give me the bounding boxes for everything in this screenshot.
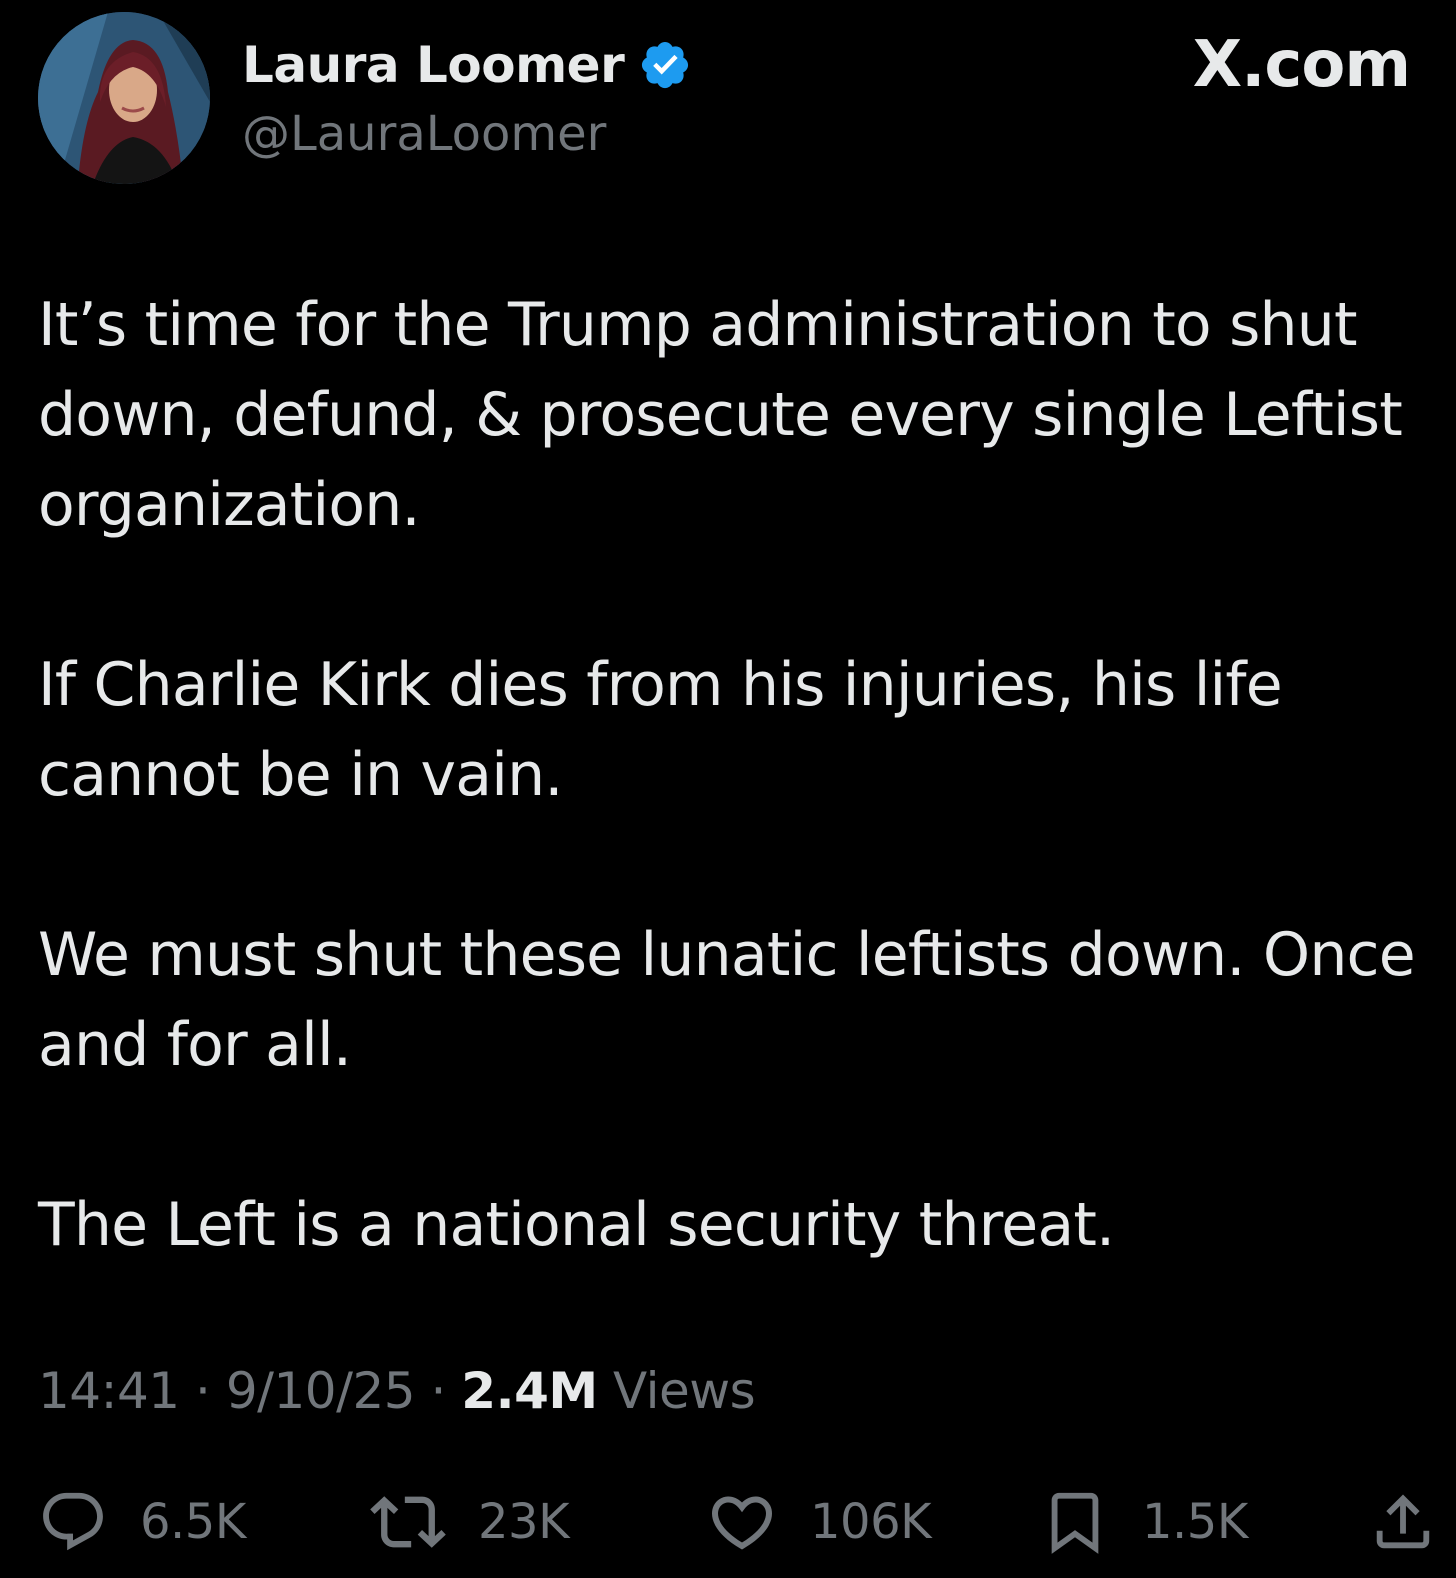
tweet-paragraph: It’s time for the Trump administration t… [38,290,1403,540]
like-count: 106K [810,1494,932,1550]
avatar[interactable] [38,12,210,184]
tweet-date[interactable]: 9/10/25 [226,1362,416,1420]
like-button[interactable]: 106K [706,1480,932,1564]
meta-separator: · [430,1362,446,1420]
repost-button[interactable]: 23K [370,1480,570,1564]
author-handle[interactable]: @LauraLoomer [242,106,606,162]
repost-icon [370,1496,446,1548]
share-icon [1376,1494,1430,1549]
tweet-paragraph: If Charlie Kirk dies from his injuries, … [38,650,1283,810]
author-row[interactable]: Laura Loomer [242,30,692,100]
action-bar: 6.5K 23K 106K 1.5K [0,1480,1456,1564]
tweet-paragraph: We must shut these lunatic leftists down… [38,920,1416,1080]
brand-watermark: X.com [1192,28,1411,102]
display-name[interactable]: Laura Loomer [242,36,625,94]
views-label: Views [613,1362,756,1420]
reply-icon [43,1492,103,1551]
bookmark-count: 1.5K [1142,1494,1248,1550]
reply-count: 6.5K [140,1494,246,1550]
tweet-time[interactable]: 14:41 [38,1362,180,1420]
views-count: 2.4M [461,1362,598,1420]
tweet-text: It’s time for the Trump administration t… [38,280,1438,1270]
repost-count: 23K [478,1494,570,1550]
tweet-paragraph: The Left is a national security threat. [38,1190,1115,1260]
share-button[interactable] [1368,1480,1438,1564]
tweet-meta: 14:41 · 9/10/25 · 2.4M Views [38,1362,756,1420]
avatar-photo [38,12,210,184]
bookmark-button[interactable]: 1.5K [1040,1480,1248,1564]
bookmark-icon [1051,1492,1099,1554]
verified-badge-icon [638,38,692,92]
meta-separator: · [195,1362,211,1420]
reply-button[interactable]: 6.5K [38,1480,246,1564]
heart-icon [711,1496,773,1550]
